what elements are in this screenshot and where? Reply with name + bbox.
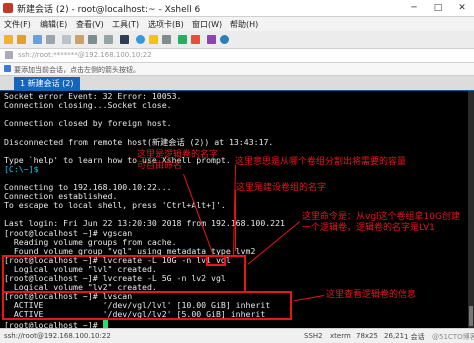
tab-bar: 1 新建会话 (2) (0, 76, 474, 91)
menu-view[interactable]: 查看(V) (76, 19, 104, 30)
address-bar[interactable]: ssh://root:*******@192.168.100.10:22 (0, 49, 474, 63)
menu-help[interactable]: 帮助(H) (230, 19, 258, 30)
open-folder-icon[interactable] (17, 35, 26, 44)
xftp-icon[interactable] (191, 35, 200, 44)
minimize-button[interactable]: ─ (402, 0, 426, 16)
arrow-icon[interactable] (4, 65, 11, 72)
find-icon[interactable] (88, 35, 97, 44)
status-connection: ssh://root@192.168.100.10:22 (4, 332, 111, 340)
lock-icon[interactable] (149, 35, 158, 44)
disconnect-icon[interactable] (46, 35, 55, 44)
close-button[interactable]: ✕ (450, 0, 474, 16)
status-term: xterm (330, 332, 351, 340)
window-controls: ─ □ ✕ (402, 0, 474, 16)
menu-bar: 文件(F) 编辑(E) 查看(V) 工具(T) 选项卡(B) 窗口(W) 帮助(… (0, 17, 474, 31)
transfer-icon[interactable] (178, 35, 187, 44)
terminal-line: Disconnected from remote host(新建会话 (2)) … (4, 136, 274, 147)
window-title: 新建会话 (2) - root@localhost:~ - Xshell 6 (17, 5, 201, 15)
watermark: @51CTO博客 (432, 333, 474, 341)
annotation-command: 这里命令是：从vgl这个卷组拿10G创建一个逻辑卷，逻辑卷的名字是LV1 (302, 212, 460, 233)
highlight-box-lvname (206, 254, 226, 266)
annotation-lvscan: 这里查看逻辑卷的信息 (326, 290, 417, 300)
settings-icon[interactable] (207, 35, 216, 44)
address-input[interactable]: ssh://root:*******@192.168.100.10:22 (18, 51, 152, 59)
menu-window[interactable]: 窗口(W) (192, 19, 222, 30)
keyboard-icon[interactable] (162, 35, 171, 44)
menu-tabs[interactable]: 选项卡(B) (148, 19, 184, 30)
title-bar: 新建会话 (2) - root@localhost:~ - Xshell 6 ─… (0, 0, 474, 17)
menu-edit[interactable]: 编辑(E) (40, 19, 67, 30)
status-sessions: 1 会话 (404, 333, 425, 341)
terminal-line: Connection closing...Socket close. (4, 100, 172, 111)
terminal-line: Connection closed by foreign host. (4, 118, 172, 129)
menu-tools[interactable]: 工具(T) (112, 19, 139, 30)
xshell-logo-icon (3, 3, 13, 13)
globe-icon[interactable] (136, 35, 145, 44)
highlight-box-lvscan (2, 291, 292, 321)
session-icon (5, 51, 13, 59)
link-icon[interactable] (33, 35, 42, 44)
terminal-scrollbar[interactable] (468, 91, 474, 328)
toolbar (0, 31, 474, 49)
annotation-lv-name: 这里是逻辑卷的名字 可自由命名 (137, 150, 219, 171)
paste-icon[interactable] (75, 35, 84, 44)
hint-text: 要添加当前会话，点击左侧的箭头按钮。 (14, 66, 140, 74)
shell-prompt-line: [root@localhost ~]# (4, 319, 108, 328)
status-protocol: SSH2 (304, 332, 323, 340)
new-session-icon[interactable] (4, 35, 13, 44)
menu-file[interactable]: 文件(F) (4, 19, 31, 30)
tab-session-2[interactable]: 1 新建会话 (2) (14, 77, 80, 90)
terminal-cursor (102, 319, 108, 328)
status-bar: ssh://root@192.168.100.10:22 SSH2 xterm … (0, 328, 474, 343)
annotation-vg-name: 这里是建设卷组的名字 (236, 183, 327, 193)
print-icon[interactable] (104, 35, 113, 44)
scrollbar-thumb[interactable] (469, 306, 473, 326)
status-cursor: 26,21 (384, 332, 405, 340)
maximize-button[interactable]: □ (426, 0, 450, 16)
hint-bar: 要添加当前会话，点击左侧的箭头按钮。 (0, 63, 474, 76)
annotation-vg-source: 这里意思是从哪个卷组分割出将需要的容量 (235, 157, 407, 167)
copy-icon[interactable] (62, 35, 71, 44)
local-prompt: [C:\~]$ (4, 163, 39, 174)
font-icon[interactable] (120, 35, 129, 44)
arrow-vg-name (235, 190, 236, 251)
status-size: 78x25 (356, 332, 378, 340)
help-icon[interactable] (220, 35, 229, 44)
